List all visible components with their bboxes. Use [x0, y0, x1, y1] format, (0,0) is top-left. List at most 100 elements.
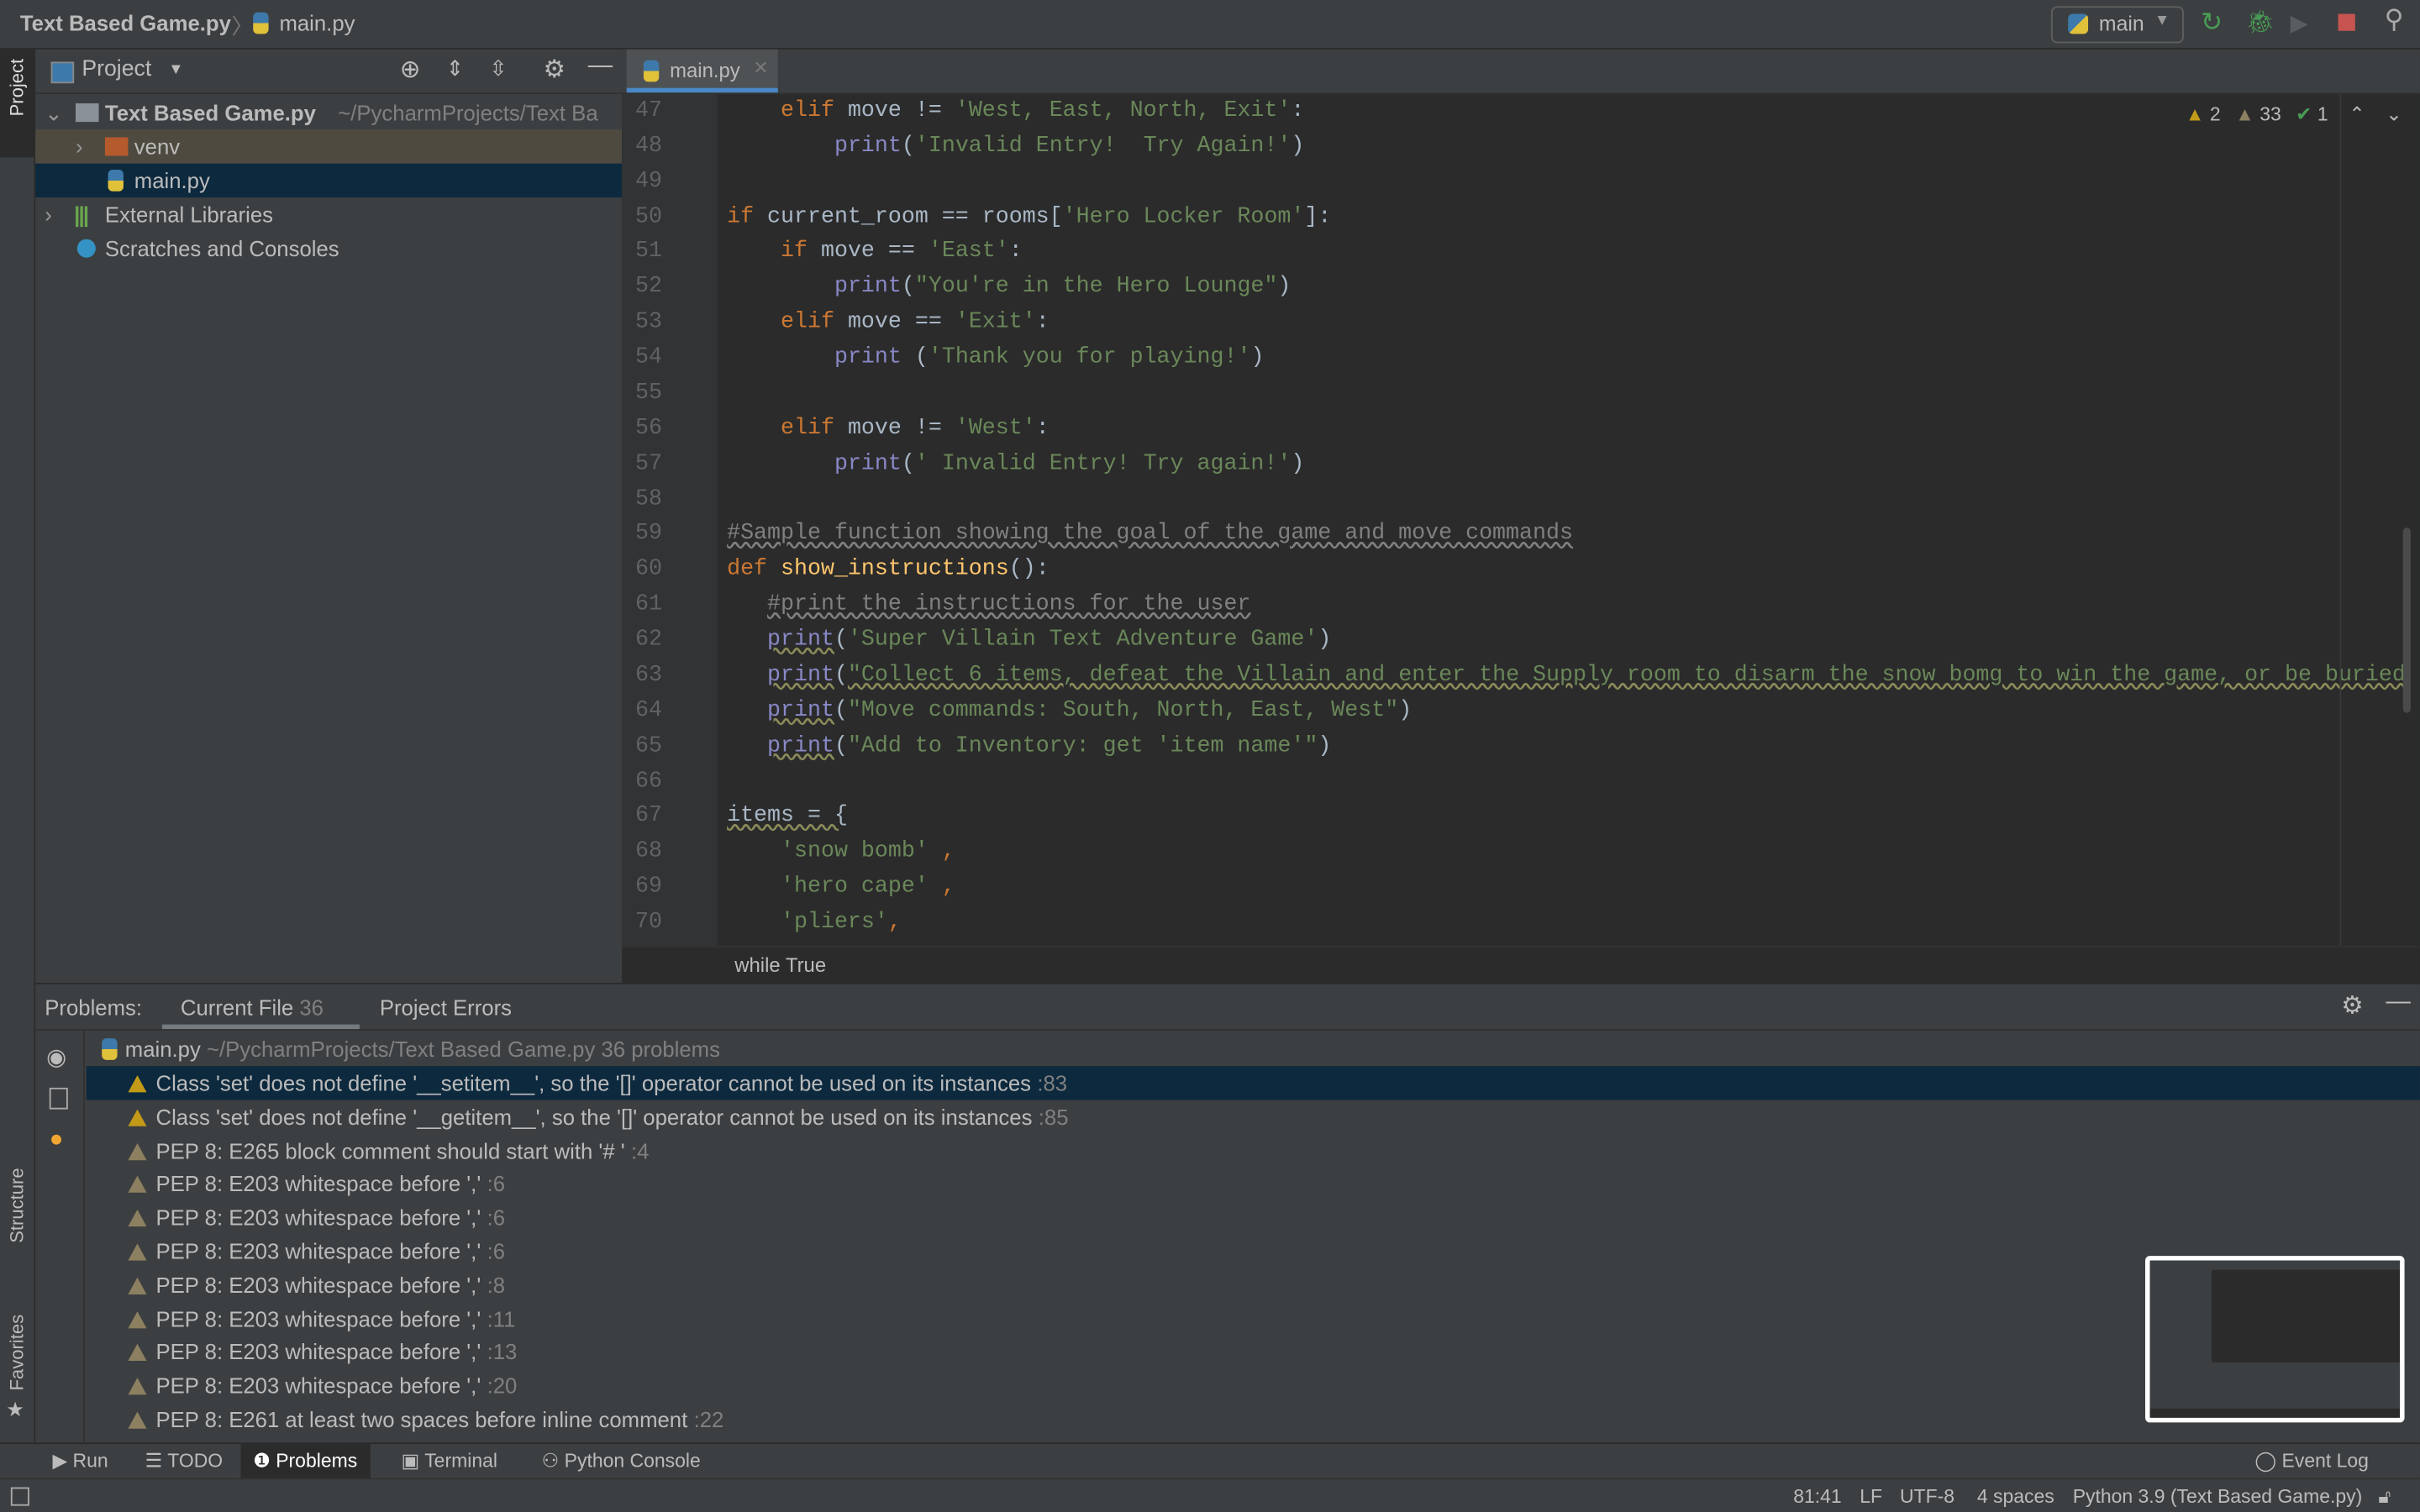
expand-all-icon[interactable]: ⇕ — [446, 55, 465, 81]
previous-problem-icon[interactable]: ⌃ — [2349, 103, 2365, 125]
problem-item[interactable]: PEP 8: E203 whitespace before ',':6 — [87, 1234, 2420, 1268]
code-line[interactable]: 64 print("Move commands: South, North, E… — [622, 694, 2420, 729]
code-line[interactable]: 51 if move == 'East': — [622, 235, 2420, 270]
structure-tool-tab[interactable]: Structure — [0, 1168, 34, 1284]
line-separator[interactable]: LF — [1860, 1479, 1882, 1512]
problem-item[interactable]: PEP 8: E203 whitespace before ',':6 — [87, 1200, 2420, 1234]
inspection-widget[interactable]: ▲ 2 ▲ 33 ✔ 1 ⌃ ⌄ — [2186, 102, 2402, 125]
code-line[interactable]: 50 if current_room == rooms['Hero Locker … — [622, 200, 2420, 235]
problem-item[interactable]: PEP 8: E203 whitespace before ',':13 — [87, 1335, 2420, 1368]
search-icon[interactable]: ⚲ — [2385, 5, 2404, 36]
error-stripe-scrollbar[interactable] — [2396, 157, 2415, 928]
project-tool-tab[interactable]: Project — [0, 49, 34, 158]
code-line[interactable]: 61 #print the instructions for the user — [622, 588, 2420, 623]
hide-panel-icon[interactable]: — — [2386, 989, 2411, 1016]
code-line[interactable]: 57 print(' Invalid Entry! Try again!') — [622, 447, 2420, 482]
problems-header: Problems: Current File 36 Project Errors… — [35, 984, 2420, 1031]
tree-item-external-libraries[interactable]: › ||| External Libraries — [35, 197, 622, 231]
problem-item[interactable]: PEP 8: E203 whitespace before ',':8 — [87, 1268, 2420, 1301]
code-area[interactable]: 47 elif move != 'West, East, North, Exit… — [622, 94, 2420, 946]
file-encoding[interactable]: UTF-8 — [1900, 1479, 1954, 1512]
stop-icon[interactable] — [2338, 13, 2355, 31]
tree-item-project-root[interactable]: ⌄ Text Based Game.py ~/PycharmProjects/T… — [35, 96, 622, 129]
code-line[interactable]: 60 def show_instructions(): — [622, 553, 2420, 588]
problem-item[interactable]: Class 'set' does not define '__getitem__… — [87, 1100, 2420, 1133]
line-number: 52 — [634, 275, 662, 300]
code-line[interactable]: 62 print('Super Villain Text Adventure G… — [622, 623, 2420, 659]
code-line[interactable]: 63 print("Collect 6 items, defeat the Vi… — [622, 659, 2420, 694]
problems-tool-button[interactable]: ❶ Problems — [240, 1444, 370, 1480]
tree-item-scratches[interactable]: Scratches and Consoles — [35, 232, 622, 265]
code-line[interactable]: 68 'snow bomb' , — [622, 835, 2420, 870]
eye-icon[interactable]: ◉ — [46, 1043, 66, 1070]
toggle-tool-windows-icon[interactable] — [10, 1487, 29, 1506]
coverage-icon[interactable]: ▶ — [2291, 9, 2308, 37]
problem-item[interactable]: Class 'set' does not define '__setitem__… — [86, 1066, 2420, 1100]
problem-item[interactable]: PEP 8: E203 whitespace before ',':20 — [87, 1368, 2420, 1402]
code-line[interactable]: 53 elif move == 'Exit': — [622, 306, 2420, 341]
favorites-tool-tab[interactable]: Favorites ★ — [0, 1315, 34, 1431]
problem-item[interactable]: PEP 8: E261 at least two spaces before i… — [87, 1403, 2420, 1436]
tab-main-py[interactable]: main.py ✕ — [626, 49, 778, 93]
indent-setting[interactable]: 4 spaces — [1977, 1479, 2054, 1512]
lightbulb-icon[interactable]: ● — [50, 1126, 64, 1152]
code-line[interactable]: 70 'pliers', — [622, 906, 2420, 941]
code-line[interactable]: 52 print("You're in the Hero Lounge") — [622, 270, 2420, 306]
run-configuration-select[interactable]: main ▼ — [2050, 6, 2184, 44]
code-line[interactable]: 56 elif move != 'West': — [622, 412, 2420, 447]
python-console-tool-button[interactable]: ⚇ Python Console — [529, 1444, 713, 1479]
problems-file-node[interactable]: main.py ~/PycharmProjects/Text Based Gam… — [87, 1032, 2420, 1066]
hide-panel-icon[interactable]: — — [588, 52, 613, 80]
code-line[interactable]: 58 — [622, 482, 2420, 517]
collapse-all-icon[interactable]: ⇳ — [489, 55, 508, 81]
event-log-button[interactable]: ◯ Event Log — [2243, 1444, 2381, 1479]
code-editor[interactable]: main.py ✕ 47 elif move != 'West, East, N… — [622, 49, 2420, 984]
code-text: print('Invalid Entry! Try Again!') — [727, 129, 1304, 165]
code-line[interactable]: 55 — [622, 376, 2420, 412]
gear-icon[interactable]: ⚙ — [2341, 990, 2363, 1021]
problem-item[interactable]: PEP 8: E265 block comment should start w… — [87, 1133, 2420, 1167]
code-line[interactable]: 49 — [622, 165, 2420, 200]
code-token: ) — [1398, 698, 1413, 724]
code-line[interactable]: 59 #Sample function showing the goal of t… — [622, 517, 2420, 553]
rerun-icon[interactable]: ↻ — [2201, 8, 2223, 39]
structure-tab-label: Structure — [6, 1168, 29, 1243]
locate-file-icon[interactable]: ⊕ — [400, 54, 421, 85]
code-line[interactable]: 48 print('Invalid Entry! Try Again!') — [622, 129, 2420, 165]
scrollbar-thumb[interactable] — [2402, 528, 2411, 713]
close-icon[interactable]: ✕ — [753, 57, 768, 79]
code-token: 'hero cape' — [781, 874, 929, 900]
code-line[interactable]: 66 — [622, 764, 2420, 800]
problem-item[interactable]: PEP 8: E203 whitespace before ',':6 — [87, 1167, 2420, 1200]
lock-icon[interactable]: 🔓︎ — [2378, 1479, 2391, 1512]
code-line[interactable]: 65 print("Add to Inventory: get 'item na… — [622, 729, 2420, 764]
tab-project-errors[interactable]: Project Errors — [380, 995, 512, 1020]
run-tool-button[interactable]: ▶ Run — [40, 1444, 121, 1479]
tab-current-file[interactable]: Current File 36 — [161, 984, 360, 1030]
tree-item-venv[interactable]: › venv — [35, 129, 623, 164]
line-number: 51 — [634, 239, 662, 265]
code-line[interactable]: 67 items = { — [622, 800, 2420, 835]
terminal-tool-button[interactable]: ▣ Terminal — [389, 1444, 510, 1479]
python-interpreter[interactable]: Python 3.9 (Text Based Game.py) — [2073, 1479, 2363, 1512]
breadcrumb-file[interactable]: main.py — [279, 11, 355, 35]
code-token: 'Invalid Entry! Try Again!' — [914, 134, 1292, 159]
problem-item[interactable]: PEP 8: E203 whitespace before ',':11 — [87, 1301, 2420, 1335]
code-line[interactable]: 69 'hero cape' , — [622, 870, 2420, 906]
warning-icon: ▲ — [2185, 103, 2205, 125]
code-line[interactable]: 54 print ('Thank you for playing!') — [622, 341, 2420, 376]
todo-tool-button[interactable]: ☰ TODO — [133, 1444, 235, 1479]
project-view-select[interactable]: Project — [82, 57, 151, 81]
code-line[interactable]: 47 elif move != 'West, East, North, Exit… — [622, 94, 2420, 129]
caret-position[interactable]: 81:41 — [1793, 1479, 1841, 1512]
tree-item-main-py[interactable]: main.py — [35, 163, 623, 198]
gear-icon[interactable]: ⚙ — [544, 54, 566, 85]
preview-icon[interactable] — [49, 1087, 68, 1110]
tool-label: TODO — [167, 1450, 224, 1473]
code-breadcrumb[interactable]: while True — [734, 948, 826, 984]
next-problem-icon[interactable]: ⌄ — [2386, 103, 2402, 125]
debug-icon[interactable]: 🐞︎ — [2245, 8, 2275, 35]
chevron-down-icon[interactable]: ▼ — [168, 61, 183, 78]
breadcrumb-project[interactable]: Text Based Game.py — [20, 11, 231, 35]
